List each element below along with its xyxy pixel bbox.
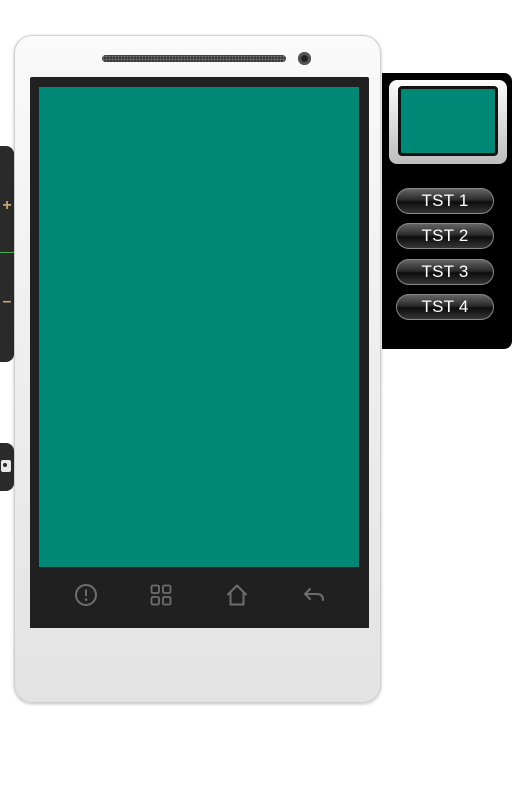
tst-4-button[interactable]: TST 4 [396,294,494,320]
tst-3-button[interactable]: TST 3 [396,259,494,285]
volume-up-button[interactable]: + [0,198,14,214]
phone-frame [14,35,381,703]
back-arrow-icon [304,588,324,601]
camera-side-button[interactable] [0,443,14,491]
tst-2-button[interactable]: TST 2 [396,223,494,249]
screen-preview [389,80,507,164]
screen-bezel [30,77,369,628]
volume-rocker: + – [0,146,14,362]
home-icon [226,584,248,606]
apps-grid-icon [150,584,172,606]
navigation-bar [30,567,369,628]
menu-info-icon [75,584,97,606]
preview-screen [398,86,498,156]
device-screen[interactable] [39,87,359,567]
control-panel: TST 1 TST 2 TST 3 TST 4 [382,73,512,349]
earpiece-speaker [102,55,286,62]
tst-1-button[interactable]: TST 1 [396,188,494,214]
home-button[interactable] [219,577,255,613]
menu-info-button[interactable] [68,577,104,613]
camera-icon [1,460,11,472]
apps-button[interactable] [143,577,179,613]
back-button[interactable] [296,577,332,613]
front-camera-icon [298,52,311,65]
rocker-divider [0,252,14,253]
volume-down-button[interactable]: – [0,294,14,310]
